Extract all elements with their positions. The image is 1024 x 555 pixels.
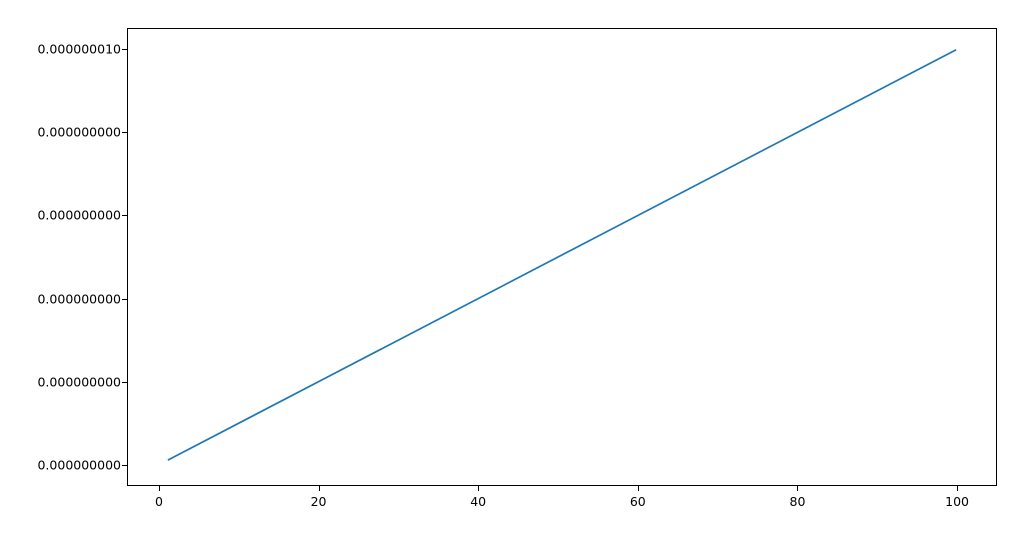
y-tick-label: 0.000000000: [37, 291, 121, 306]
y-tick-label: 0.000000000: [37, 208, 121, 223]
y-tick-mark: [122, 299, 127, 300]
line-series-1: [128, 29, 996, 485]
y-tick-mark: [122, 49, 127, 50]
x-tick-label: 0: [155, 494, 163, 509]
y-tick-mark: [122, 215, 127, 216]
x-tick-label: 40: [470, 494, 486, 509]
x-tick-mark: [478, 486, 479, 491]
y-tick-label: 0.000000000: [37, 374, 121, 389]
x-tick-label: 100: [945, 494, 969, 509]
y-tick-mark: [122, 465, 127, 466]
y-tick-label: 0.000000000: [37, 125, 121, 140]
plot-area: [127, 28, 997, 486]
x-tick-mark: [159, 486, 160, 491]
x-tick-label: 60: [630, 494, 646, 509]
y-tick-label: 0.000000010: [37, 41, 121, 56]
chart-container: 0.000000000 0.000000000 0.000000000 0.00000…: [0, 0, 1024, 555]
x-tick-mark: [638, 486, 639, 491]
y-tick-mark: [122, 132, 127, 133]
x-tick-mark: [319, 486, 320, 491]
x-tick-mark: [797, 486, 798, 491]
x-tick-mark: [957, 486, 958, 491]
x-tick-label: 20: [311, 494, 327, 509]
y-tick-mark: [122, 382, 127, 383]
x-tick-label: 80: [790, 494, 806, 509]
y-tick-label: 0.000000000: [37, 458, 121, 473]
